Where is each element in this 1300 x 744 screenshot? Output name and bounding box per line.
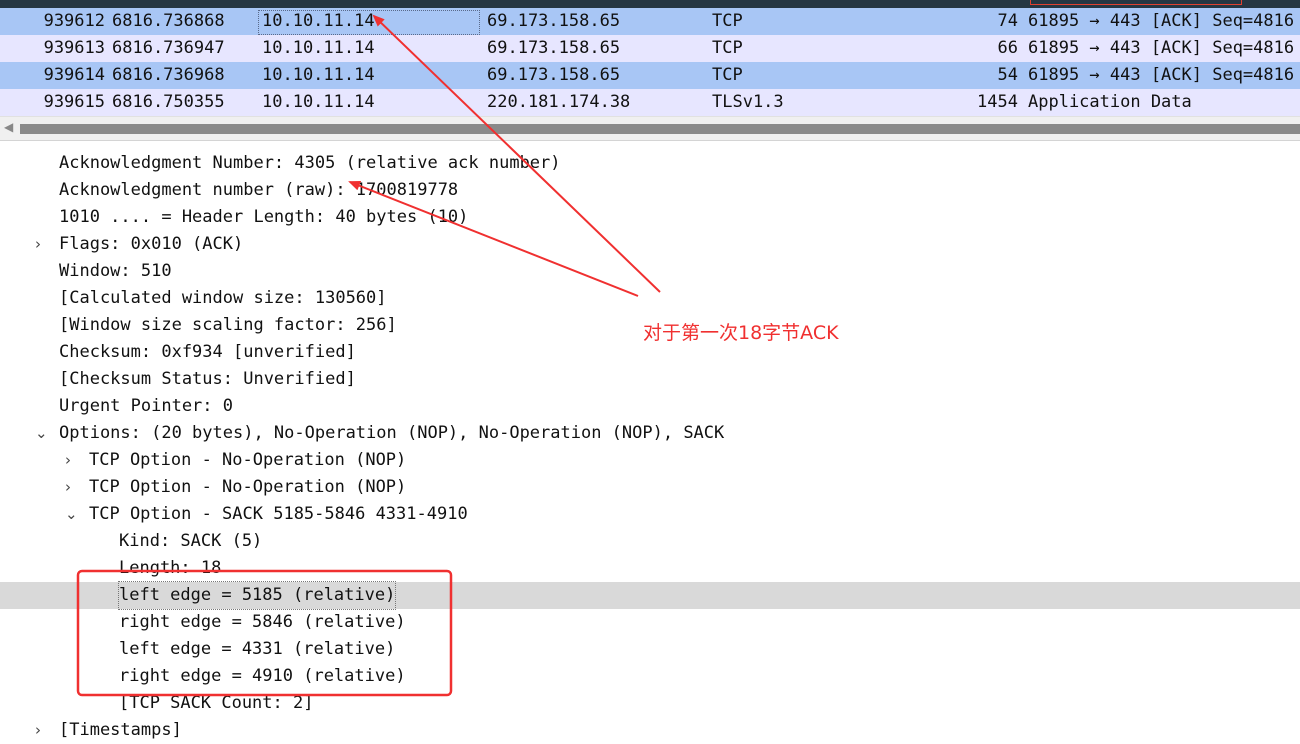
annotation-arrow-to-ack	[348, 181, 639, 297]
annotation-arrow-to-packet	[372, 14, 661, 293]
sack-edges-highlight-box	[76, 569, 453, 697]
annotation-overlay	[76, 14, 661, 697]
annotation-label: 对于第一次18字节ACK	[643, 322, 839, 344]
